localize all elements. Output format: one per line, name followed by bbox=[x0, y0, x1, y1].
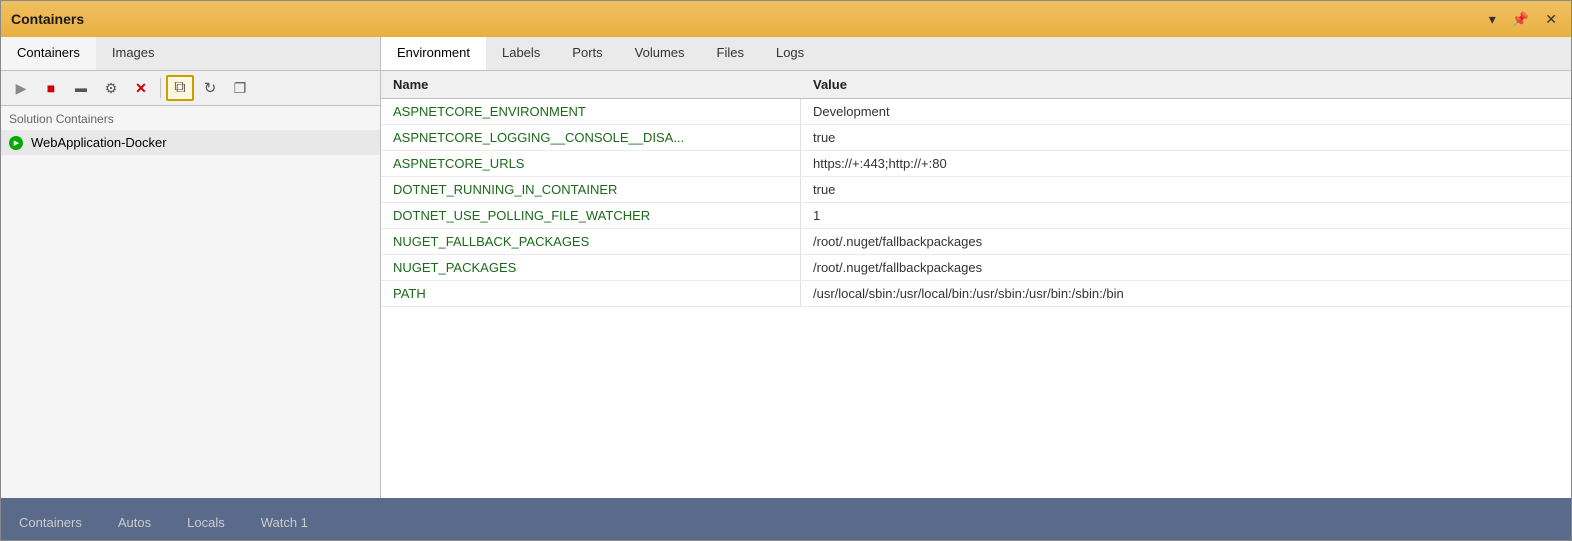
run-indicator bbox=[9, 136, 23, 150]
delete-button[interactable]: ✕ bbox=[127, 75, 155, 101]
env-value-6: /root/.nuget/fallbackpackages bbox=[801, 255, 1571, 280]
env-row[interactable]: NUGET_FALLBACK_PACKAGES /root/.nuget/fal… bbox=[381, 229, 1571, 255]
left-tabs: Containers Images bbox=[1, 37, 380, 71]
tab-volumes[interactable]: Volumes bbox=[619, 37, 701, 70]
toolbar: ▶ ■ ▬ ⚙ ✕ ⧉ ↻ ❐ bbox=[1, 71, 380, 106]
tab-ports[interactable]: Ports bbox=[556, 37, 618, 70]
bottom-tab-autos[interactable]: Autos bbox=[100, 504, 169, 540]
env-value-0: Development bbox=[801, 99, 1571, 124]
main-window: Containers ▾ 📌 ✕ Containers Images ▶ ■ bbox=[0, 0, 1572, 541]
settings-button[interactable]: ⚙ bbox=[97, 75, 125, 101]
right-tabs: Environment Labels Ports Volumes Files L… bbox=[381, 37, 1571, 71]
bottom-tab-locals[interactable]: Locals bbox=[169, 504, 243, 540]
tab-images[interactable]: Images bbox=[96, 37, 171, 70]
env-value-1: true bbox=[801, 125, 1571, 150]
copy-files-button[interactable]: ❐ bbox=[226, 75, 254, 101]
env-name-1: ASPNETCORE_LOGGING__CONSOLE__DISA... bbox=[381, 125, 801, 150]
env-row[interactable]: PATH /usr/local/sbin:/usr/local/bin:/usr… bbox=[381, 281, 1571, 307]
env-row[interactable]: DOTNET_USE_POLLING_FILE_WATCHER 1 bbox=[381, 203, 1571, 229]
env-row[interactable]: ASPNETCORE_URLS https://+:443;http://+:8… bbox=[381, 151, 1571, 177]
env-name-6: NUGET_PACKAGES bbox=[381, 255, 801, 280]
refresh-button[interactable]: ↻ bbox=[196, 75, 224, 101]
env-name-7: PATH bbox=[381, 281, 801, 306]
solution-section-label: Solution Containers bbox=[1, 106, 380, 130]
left-panel: Containers Images ▶ ■ ▬ ⚙ ✕ ⧉ ↻ ❐ Soluti… bbox=[1, 37, 381, 498]
window-title: Containers bbox=[11, 11, 84, 27]
title-bar: Containers ▾ 📌 ✕ bbox=[1, 1, 1571, 37]
container-name: WebApplication-Docker bbox=[31, 135, 167, 150]
env-row[interactable]: NUGET_PACKAGES /root/.nuget/fallbackpack… bbox=[381, 255, 1571, 281]
copy-button[interactable]: ⧉ bbox=[166, 75, 194, 101]
tab-files[interactable]: Files bbox=[701, 37, 760, 70]
env-name-2: ASPNETCORE_URLS bbox=[381, 151, 801, 176]
bottom-tabs: Containers Autos Locals Watch 1 bbox=[1, 498, 1571, 540]
env-row[interactable]: DOTNET_RUNNING_IN_CONTAINER true bbox=[381, 177, 1571, 203]
env-name-0: ASPNETCORE_ENVIRONMENT bbox=[381, 99, 801, 124]
close-button[interactable]: ✕ bbox=[1541, 9, 1561, 30]
env-row[interactable]: ASPNETCORE_ENVIRONMENT Development bbox=[381, 99, 1571, 125]
terminal-button[interactable]: ▬ bbox=[67, 75, 95, 101]
window-controls: ▾ 📌 ✕ bbox=[1485, 9, 1561, 30]
env-name-4: DOTNET_USE_POLLING_FILE_WATCHER bbox=[381, 203, 801, 228]
stop-button[interactable]: ■ bbox=[37, 75, 65, 101]
toolbar-separator bbox=[160, 78, 161, 98]
bottom-tab-watch1[interactable]: Watch 1 bbox=[243, 504, 326, 540]
container-item[interactable]: WebApplication-Docker bbox=[1, 130, 380, 155]
env-name-5: NUGET_FALLBACK_PACKAGES bbox=[381, 229, 801, 254]
right-panel: Environment Labels Ports Volumes Files L… bbox=[381, 37, 1571, 498]
env-table-rows: ASPNETCORE_ENVIRONMENT Development ASPNE… bbox=[381, 99, 1571, 498]
env-table-header: Name Value bbox=[381, 71, 1571, 99]
env-value-4: 1 bbox=[801, 203, 1571, 228]
header-value: Value bbox=[801, 71, 859, 98]
main-area: Containers Images ▶ ■ ▬ ⚙ ✕ ⧉ ↻ ❐ Soluti… bbox=[1, 37, 1571, 498]
header-name: Name bbox=[381, 71, 801, 98]
env-value-7: /usr/local/sbin:/usr/local/bin:/usr/sbin… bbox=[801, 281, 1571, 306]
dropdown-button[interactable]: ▾ bbox=[1485, 9, 1500, 30]
play-button[interactable]: ▶ bbox=[7, 75, 35, 101]
env-row[interactable]: ASPNETCORE_LOGGING__CONSOLE__DISA... tru… bbox=[381, 125, 1571, 151]
env-value-5: /root/.nuget/fallbackpackages bbox=[801, 229, 1571, 254]
bottom-tab-containers[interactable]: Containers bbox=[1, 504, 100, 540]
pin-button[interactable]: 📌 bbox=[1508, 9, 1533, 30]
tab-logs[interactable]: Logs bbox=[760, 37, 820, 70]
env-value-3: true bbox=[801, 177, 1571, 202]
tab-containers[interactable]: Containers bbox=[1, 37, 96, 70]
tab-labels[interactable]: Labels bbox=[486, 37, 556, 70]
env-name-3: DOTNET_RUNNING_IN_CONTAINER bbox=[381, 177, 801, 202]
tab-environment[interactable]: Environment bbox=[381, 37, 486, 70]
env-value-2: https://+:443;http://+:80 bbox=[801, 151, 1571, 176]
